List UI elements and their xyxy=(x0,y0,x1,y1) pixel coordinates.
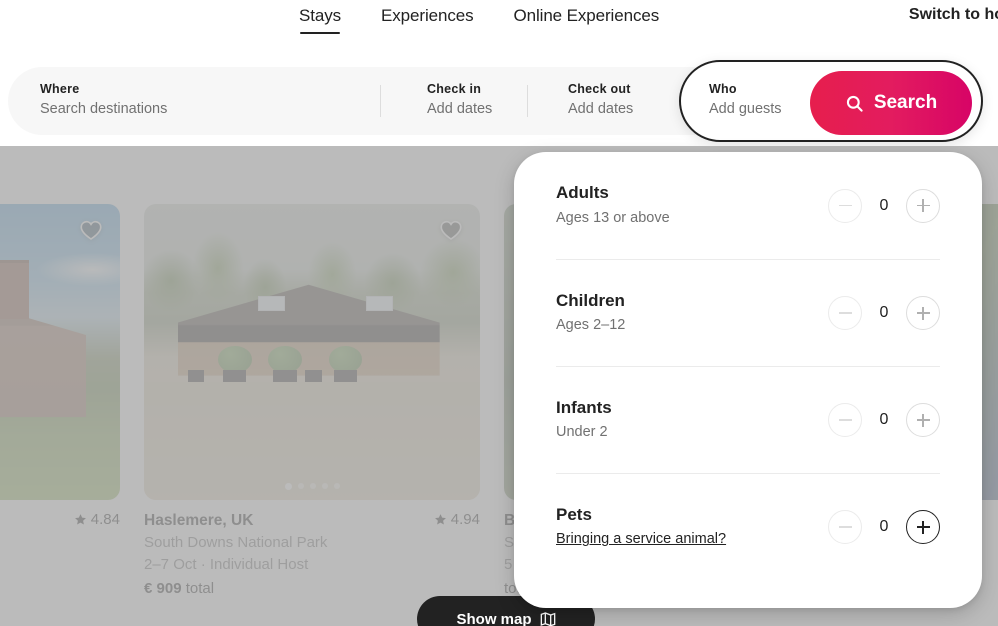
map-icon xyxy=(540,612,555,626)
check-in-value[interactable]: Add dates xyxy=(427,99,527,121)
check-in-label: Check in xyxy=(427,81,482,96)
service-animal-link[interactable]: Bringing a service animal? xyxy=(556,529,726,551)
switch-to-hosting-link[interactable]: Switch to ho xyxy=(909,6,998,24)
search-button-label: Search xyxy=(873,92,938,113)
show-map-label: Show map xyxy=(456,610,532,626)
tab-stays[interactable]: Stays xyxy=(299,0,341,34)
pets-increment-button[interactable] xyxy=(906,510,940,544)
airbnb-search-page: 4.84 xyxy=(0,0,998,626)
adults-stepper: 0 xyxy=(828,188,940,223)
pets-stepper: 0 xyxy=(828,510,940,544)
where-input[interactable]: Search destinations xyxy=(40,99,380,121)
infants-decrement-button[interactable] xyxy=(828,403,862,437)
adults-decrement-button[interactable] xyxy=(828,188,862,223)
guest-row-title: Infants xyxy=(556,397,612,417)
infants-count: 0 xyxy=(879,411,889,428)
where-label: Where xyxy=(40,81,80,96)
pets-count: 0 xyxy=(879,518,889,535)
adults-count: 0 xyxy=(879,196,889,214)
children-increment-button[interactable] xyxy=(906,296,940,330)
check-out-value[interactable]: Add dates xyxy=(568,99,676,121)
guest-row-title: Adults xyxy=(556,183,609,203)
where-field[interactable]: Where Search destinations xyxy=(8,67,380,135)
check-out-label: Check out xyxy=(568,81,631,96)
check-in-field[interactable]: Check in Add dates xyxy=(381,67,527,135)
tab-experiences[interactable]: Experiences xyxy=(381,0,474,26)
guest-row-title: Pets xyxy=(556,504,592,524)
who-field-expanded: Who Add guests Search xyxy=(679,60,983,142)
search-button[interactable]: Search xyxy=(810,71,972,135)
infants-increment-button[interactable] xyxy=(906,403,940,437)
tab-online-experiences[interactable]: Online Experiences xyxy=(513,0,659,26)
guest-row-adults: Adults Ages 13 or above 0 xyxy=(556,152,940,259)
children-stepper: 0 xyxy=(828,296,940,330)
guest-selector-panel: Adults Ages 13 or above 0 Children Ages … xyxy=(514,152,982,608)
adults-increment-button[interactable] xyxy=(906,188,940,223)
guest-row-children: Children Ages 2–12 0 xyxy=(556,259,940,366)
primary-nav-tabs: Stays Experiences Online Experiences xyxy=(299,0,659,46)
site-header: Stays Experiences Online Experiences Swi… xyxy=(0,0,998,146)
infants-stepper: 0 xyxy=(828,403,940,437)
search-icon xyxy=(846,95,863,112)
guest-row-subtitle: Ages 13 or above xyxy=(556,209,670,226)
pets-decrement-button[interactable] xyxy=(828,510,862,544)
guest-row-subtitle: Under 2 xyxy=(556,424,608,441)
check-out-field[interactable]: Check out Add dates xyxy=(528,67,676,135)
guest-row-pets: Pets Bringing a service animal? 0 xyxy=(556,473,940,580)
guest-row-subtitle: Ages 2–12 xyxy=(556,317,626,334)
children-decrement-button[interactable] xyxy=(828,296,862,330)
guest-row-title: Children xyxy=(556,290,625,310)
guest-row-infants: Infants Under 2 0 xyxy=(556,366,940,473)
children-count: 0 xyxy=(879,304,889,321)
